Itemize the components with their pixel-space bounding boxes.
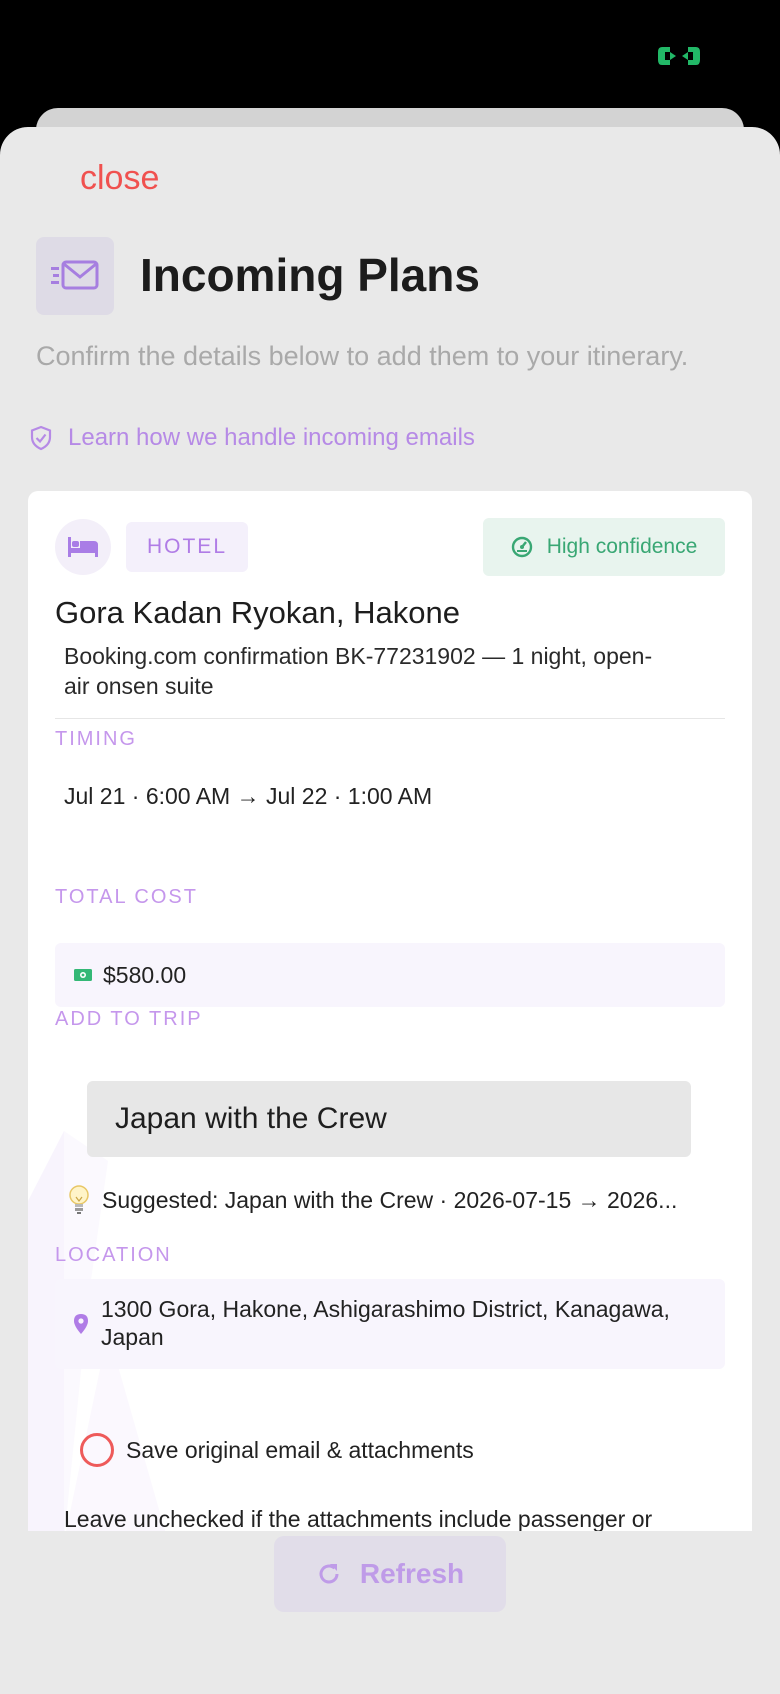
timing-value: Jul 21 · 6:00 AM → Jul 22 · 1:00 AM — [64, 783, 433, 809]
total-cost-field: $580.00 — [55, 943, 725, 1007]
plan-type-badge: HOTEL — [126, 522, 248, 572]
refresh-icon — [319, 1564, 339, 1584]
shield-check-icon — [30, 425, 52, 451]
money-icon — [74, 969, 92, 981]
mail-icon — [36, 237, 114, 315]
suggestion-text: Suggested: Japan with the Crew · 2026-07… — [102, 1186, 678, 1213]
link-status-icon — [658, 47, 700, 65]
add-to-trip-label: ADD TO TRIP — [55, 1008, 203, 1030]
attachments-note: Leave unchecked if the attachments inclu… — [64, 1506, 653, 1531]
trip-select[interactable]: Japan with the Crew — [87, 1081, 691, 1157]
total-cost-value: $580.00 — [103, 961, 187, 988]
timing-label: TIMING — [55, 728, 137, 750]
location-field: 1300 Gora, Hakone, Ashigarashimo Distric… — [55, 1279, 725, 1369]
save-email-radio[interactable] — [80, 1433, 114, 1467]
location-value: 1300 Gora, Hakone, Ashigarashimo Distric… — [101, 1296, 670, 1350]
close-button[interactable]: close — [80, 157, 159, 199]
trip-suggestion[interactable]: Suggested: Japan with the Crew · 2026-07… — [68, 1185, 677, 1215]
learn-link-label: Learn how we handle incoming emails — [68, 424, 475, 451]
page-title: Incoming Plans — [140, 249, 480, 301]
save-email-label: Save original email & attachments — [126, 1436, 474, 1463]
plan-title: Gora Kadan Ryokan, Hakone — [55, 595, 460, 630]
plan-card: HOTEL High confidence Gora Kadan Ryokan,… — [28, 491, 752, 1531]
location-label: LOCATION — [55, 1244, 172, 1266]
map-pin-icon — [74, 1314, 88, 1334]
confidence-badge: High confidence — [483, 518, 725, 576]
refresh-button[interactable]: Refresh — [274, 1536, 506, 1612]
total-cost-label: TOTAL COST — [55, 886, 198, 908]
page-subtitle: Confirm the details below to add them to… — [36, 341, 689, 371]
incoming-plans-sheet: close Incoming Plans Confirm the details… — [0, 127, 780, 1694]
save-email-option[interactable]: Save original email & attachments — [80, 1433, 474, 1467]
learn-email-handling-link[interactable]: Learn how we handle incoming emails — [30, 423, 475, 453]
lightbulb-icon — [69, 1185, 89, 1214]
plan-description: Booking.com confirmation BK-77231902 — 1… — [64, 643, 653, 699]
gauge-icon — [511, 536, 532, 558]
status-bar — [0, 0, 780, 108]
refresh-label: Refresh — [359, 1558, 465, 1589]
confidence-label: High confidence — [546, 535, 698, 558]
divider — [55, 718, 725, 719]
bed-icon — [55, 519, 111, 575]
